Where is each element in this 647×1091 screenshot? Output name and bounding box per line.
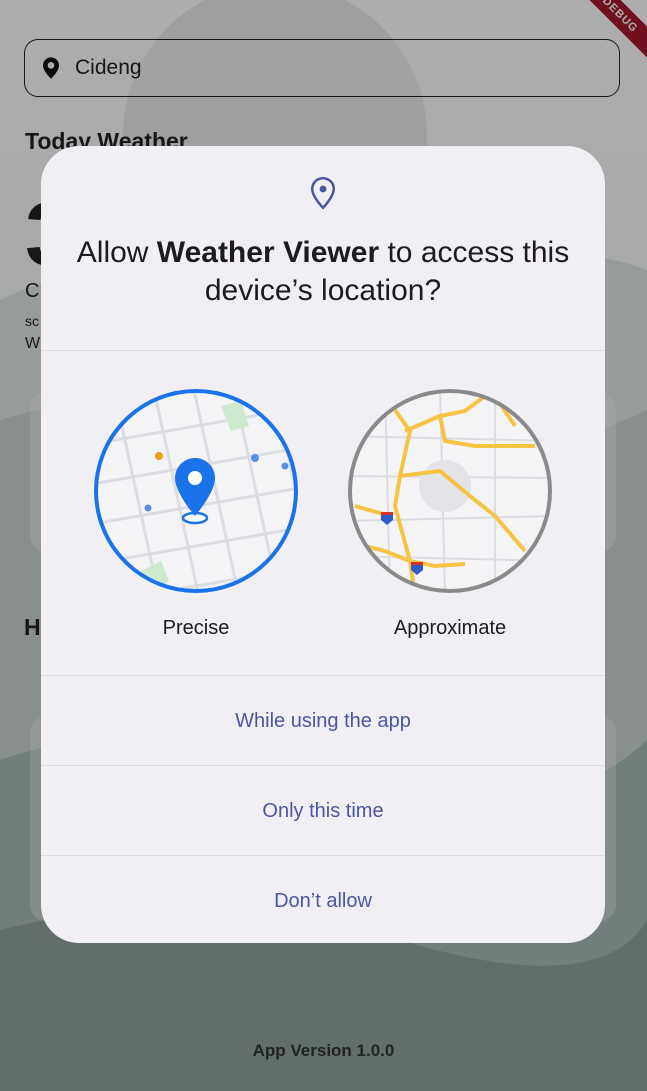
while-using-app-button[interactable]: While using the app [41, 677, 605, 765]
divider [41, 350, 605, 351]
precise-map-icon [94, 389, 298, 593]
precise-option[interactable]: Precise [91, 386, 301, 640]
divider [41, 855, 605, 856]
precise-label: Precise [162, 617, 230, 639]
divider [41, 765, 605, 766]
location-pin-icon [310, 177, 336, 210]
approximate-label: Approximate [393, 617, 507, 639]
dialog-title: Allow Weather Viewer to access this devi… [71, 234, 575, 310]
approximate-option[interactable]: Approximate [345, 386, 555, 640]
title-prefix: Allow [76, 236, 157, 269]
only-this-time-button[interactable]: Only this time [41, 767, 605, 855]
divider [41, 675, 605, 676]
dont-allow-button[interactable]: Don’t allow [41, 857, 605, 943]
approximate-map-icon [348, 389, 552, 593]
location-permission-dialog: Allow Weather Viewer to access this devi… [41, 146, 605, 943]
app-name: Weather Viewer [156, 236, 380, 269]
